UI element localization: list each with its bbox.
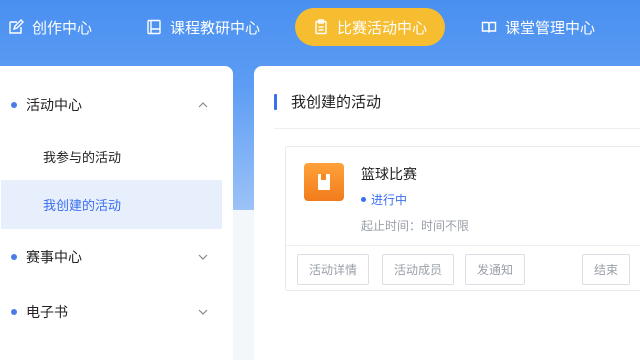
sidebar-item-label: 我创建的活动 <box>43 199 122 214</box>
page-title: 我创建的活动 <box>291 93 382 111</box>
chevron-down-icon[interactable] <box>196 250 210 264</box>
open-book-icon <box>481 19 497 35</box>
book-icon <box>146 19 162 35</box>
nav-item-competition-center[interactable]: 比赛活动中心 <box>295 8 446 46</box>
sidebar-group-event-center[interactable]: 赛事中心 <box>0 242 233 272</box>
sidebar-group-activity-center[interactable]: 活动中心 <box>0 90 233 120</box>
title-accent-bar <box>274 94 277 110</box>
activity-card[interactable]: 篮球比赛 进行中 起止时间：时间不限 活动详情 活动成员 发通知 结束 <box>285 146 640 291</box>
sidebar-item-joined-activities[interactable]: 我参与的活动 <box>1 132 222 181</box>
activity-thumbnail <box>304 163 344 201</box>
sidebar-group-label: 赛事中心 <box>26 250 82 266</box>
divider <box>286 245 640 246</box>
activity-details-button[interactable]: 活动详情 <box>297 254 370 285</box>
sidebar: 活动中心 我参与的活动 我创建的活动 赛事中心 电子书 <box>0 66 233 360</box>
nav-item-label: 课堂管理中心 <box>505 18 596 37</box>
nav-item-classroom-management[interactable]: 课堂管理中心 <box>481 8 595 46</box>
nav-item-course-research[interactable]: 课程教研中心 <box>146 8 260 46</box>
send-notice-button[interactable]: 发通知 <box>465 254 526 285</box>
book-icon <box>314 172 334 192</box>
main-panel: 我创建的活动 篮球比赛 进行中 起止时间：时间不限 活动详情 活动成员 发通知 … <box>254 66 640 360</box>
end-activity-button[interactable]: 结束 <box>582 254 631 285</box>
sidebar-item-created-activities[interactable]: 我创建的活动 <box>1 180 222 229</box>
status-dot <box>361 197 366 202</box>
bullet-dot <box>11 309 17 315</box>
edit-icon <box>8 19 24 35</box>
nav-item-label: 创作中心 <box>32 18 93 37</box>
chevron-down-icon[interactable] <box>196 305 210 319</box>
nav-item-label: 比赛活动中心 <box>337 18 428 37</box>
activity-members-button[interactable]: 活动成员 <box>382 254 455 285</box>
activity-time: 起止时间：时间不限 <box>361 219 470 233</box>
status-badge: 进行中 <box>361 191 407 208</box>
bullet-dot <box>11 254 17 260</box>
sidebar-group-label: 电子书 <box>26 305 68 321</box>
status-label: 进行中 <box>371 193 408 207</box>
nav-item-creation-center[interactable]: 创作中心 <box>8 8 92 46</box>
activity-name[interactable]: 篮球比赛 <box>361 164 417 184</box>
page-header: 我创建的活动 <box>274 91 640 129</box>
nav-item-label: 课程教研中心 <box>170 18 261 37</box>
clipboard-icon <box>313 19 329 35</box>
bullet-dot <box>11 102 17 108</box>
sidebar-group-ebook[interactable]: 电子书 <box>0 297 233 327</box>
top-nav: 创作中心 课程教研中心 比赛活动中心 课堂管理中心 <box>0 0 640 56</box>
sidebar-group-label: 活动中心 <box>26 98 82 114</box>
chevron-up-icon[interactable] <box>196 98 210 112</box>
sidebar-item-label: 我参与的活动 <box>43 151 122 166</box>
